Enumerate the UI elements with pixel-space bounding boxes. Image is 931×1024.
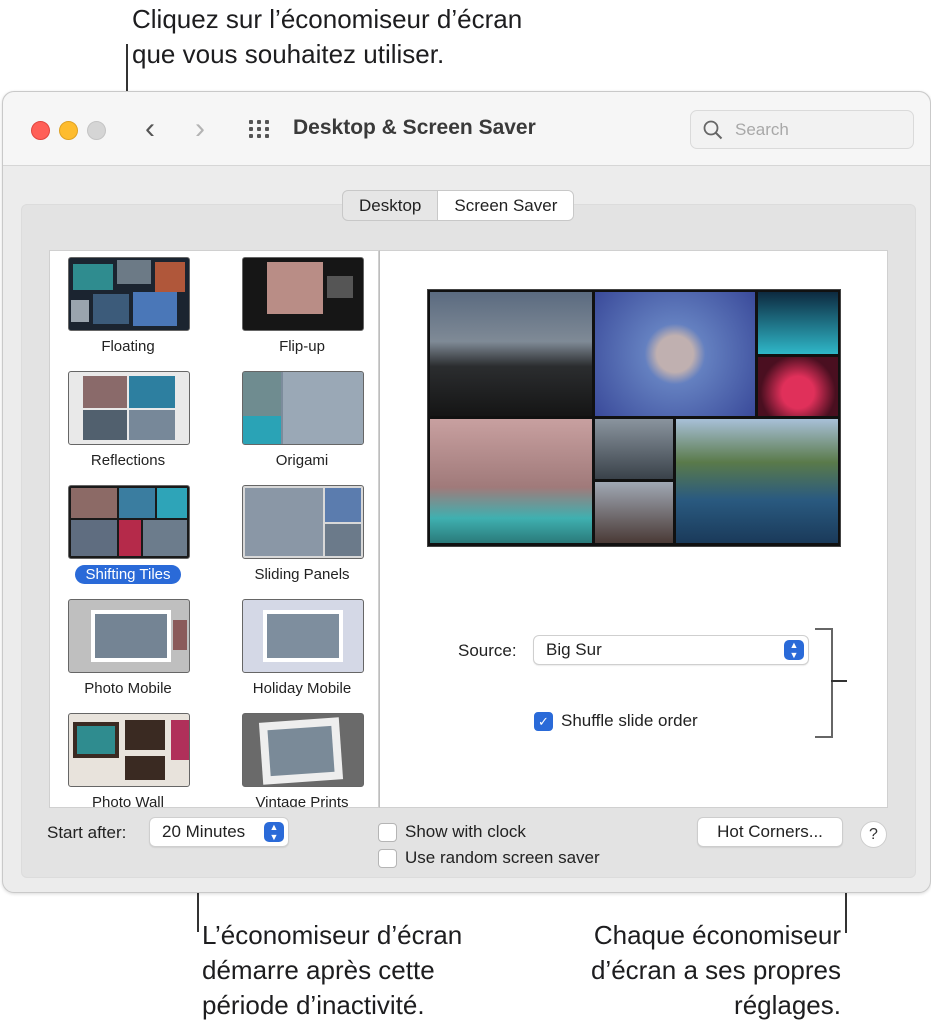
saver-label: Floating — [101, 338, 155, 355]
saver-label: Sliding Panels — [254, 566, 350, 583]
saver-thumbnail — [68, 485, 190, 559]
shuffle-label: Shuffle slide order — [561, 711, 698, 730]
random-saver-checkbox[interactable] — [378, 849, 397, 868]
minimize-button[interactable] — [59, 121, 78, 140]
saver-options-panel: Source: Big Sur ▲ ▼ ✓ Shuffle slide order — [379, 250, 888, 808]
window-title: Desktop & Screen Saver — [293, 116, 536, 139]
help-button[interactable]: ? — [860, 821, 887, 848]
callout-choose-saver: Cliquez sur l’économiseur d’écran que vo… — [132, 4, 523, 69]
popup-stepper-icon: ▲ ▼ — [264, 822, 284, 842]
show-clock-label: Show with clock — [405, 822, 526, 841]
close-button[interactable] — [31, 121, 50, 140]
shuffle-checkbox[interactable]: ✓ — [534, 712, 553, 731]
source-label: Source: — [458, 641, 517, 660]
search-field[interactable] — [690, 110, 914, 149]
saver-label: Origami — [275, 452, 329, 469]
preview-tile — [758, 292, 838, 354]
tab-bar: Desktop Screen Saver — [342, 190, 575, 221]
screen-saver-list[interactable]: Floating Flip-up Reflections Origami Shi… — [49, 250, 379, 808]
grid-icon[interactable] — [249, 120, 275, 140]
hot-corners-button[interactable]: Hot Corners... — [697, 817, 843, 847]
popup-stepper-icon: ▲ ▼ — [784, 640, 804, 660]
show-clock-checkbox[interactable] — [378, 823, 397, 842]
zoom-button[interactable] — [87, 121, 106, 140]
saver-thumbnail — [68, 599, 190, 673]
saver-thumbnail — [68, 371, 190, 445]
saver-thumbnail — [242, 599, 364, 673]
search-input[interactable] — [733, 116, 907, 144]
start-after-select[interactable]: 20 Minutes ▲ ▼ — [149, 817, 289, 847]
callout-start-after: L’économiseur d’écran démarre après cett… — [202, 920, 463, 1020]
saver-thumbnail — [242, 257, 364, 331]
preview-tile — [430, 292, 592, 416]
start-after-value: 20 Minutes — [162, 822, 246, 841]
saver-label: Photo Mobile — [84, 680, 172, 697]
tab-screen-saver[interactable]: Screen Saver — [437, 191, 574, 220]
search-icon — [703, 120, 723, 140]
back-chevron-icon[interactable]: ‹ — [145, 114, 155, 144]
source-select[interactable]: Big Sur ▲ ▼ — [533, 635, 809, 665]
forward-chevron-icon[interactable]: › — [195, 114, 205, 144]
preferences-window: ‹ › Desktop & Screen Saver Desktop Scree… — [2, 91, 931, 893]
preview-tile — [595, 292, 755, 416]
preview-tile — [595, 482, 673, 543]
titlebar: ‹ › Desktop & Screen Saver — [3, 92, 930, 166]
settings-bracket-stem — [831, 680, 847, 682]
saver-label: Vintage Prints — [255, 794, 349, 808]
saver-label: Photo Wall — [92, 794, 164, 808]
saver-thumbnail — [68, 257, 190, 331]
callout-settings: Chaque économiseur d’écran a ses propres… — [590, 920, 841, 1020]
settings-bracket — [815, 628, 833, 738]
start-after-label: Start after: — [47, 823, 127, 842]
saver-thumbnail — [242, 713, 364, 787]
saver-thumbnail — [242, 485, 364, 559]
saver-thumbnail — [242, 371, 364, 445]
preview-tile — [758, 357, 838, 416]
saver-label: Shifting Tiles — [75, 565, 181, 584]
preview-tile — [430, 419, 592, 543]
preview-tile — [595, 419, 673, 479]
saver-label: Reflections — [90, 452, 166, 469]
source-value: Big Sur — [546, 640, 602, 659]
tab-desktop[interactable]: Desktop — [343, 191, 437, 220]
preview-tile — [676, 419, 838, 543]
saver-preview — [427, 289, 841, 547]
saver-thumbnail — [68, 713, 190, 787]
saver-label: Holiday Mobile — [252, 680, 352, 697]
saver-label: Flip-up — [279, 338, 325, 355]
random-saver-label: Use random screen saver — [405, 848, 600, 867]
